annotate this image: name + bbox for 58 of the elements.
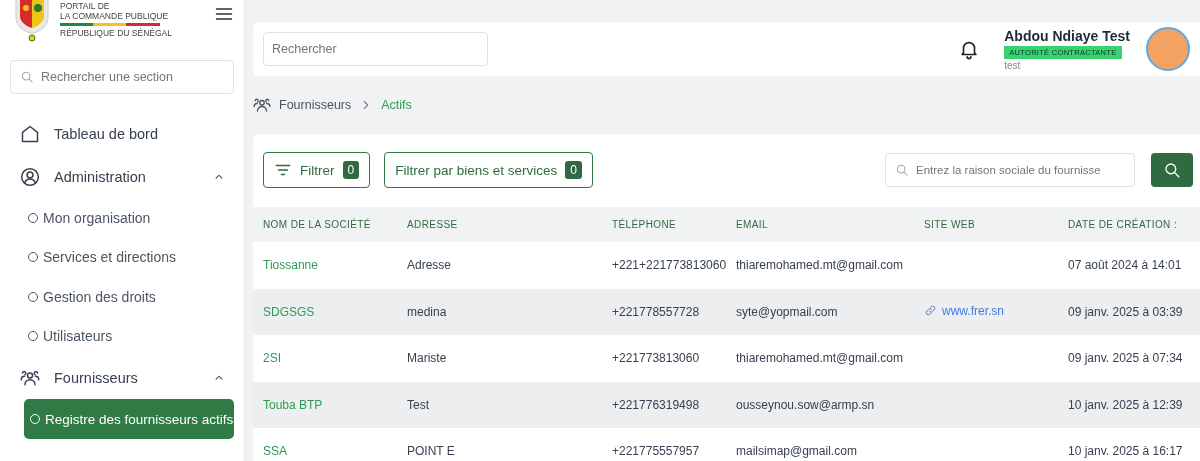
table-cell: thiaremohamed.mt@gmail.com — [726, 242, 914, 289]
table-cell: +221+221773813060 — [602, 242, 726, 289]
company-link[interactable]: Tiossanne — [263, 258, 318, 273]
count-badge: 0 — [342, 161, 360, 179]
nav-item[interactable]: Fournisseurs — [10, 356, 234, 399]
nav-item[interactable]: Tableau de bord — [10, 112, 234, 155]
table-cell: medina — [397, 288, 602, 335]
column-header: EMAIL — [726, 207, 914, 242]
table-cell: ousseynou.sow@armp.sn — [726, 381, 914, 428]
table-cell: 09 janv. 2025 à 07:34 — [1058, 335, 1200, 382]
nav-item[interactable]: Administration — [10, 155, 234, 198]
column-header: NOM DE LA SOCIÉTÉ — [253, 207, 397, 242]
table-cell: Test — [397, 381, 602, 428]
website-link[interactable]: www.frer.sn — [924, 303, 1004, 318]
table-cell: Adresse — [397, 242, 602, 289]
nav-subitem[interactable]: Utilisateurs — [10, 316, 234, 356]
avatar[interactable] — [1146, 27, 1190, 71]
brand-title: LA COMMANDE PUBLIQUE — [60, 11, 170, 21]
table-cell: +221773813060 — [602, 335, 726, 382]
table-cell: +221775557957 — [602, 428, 726, 461]
link-icon — [924, 304, 937, 317]
table-cell: +221778557728 — [602, 288, 726, 335]
table-cell: syte@yopmail.com — [726, 288, 914, 335]
table-cell: 10 janv. 2025 à 12:39 — [1058, 381, 1200, 428]
column-header: SITE WEB — [914, 207, 1058, 242]
nav-subitem[interactable]: Services et directions — [10, 237, 234, 277]
user-subtitle: test — [1004, 59, 1021, 71]
brand-subtitle: RÉPUBLIQUE DU SÉNÉGAL — [60, 28, 172, 38]
house-icon — [20, 123, 40, 144]
column-header: DATE DE CRÉATION : — [1058, 207, 1200, 242]
nav-subitem[interactable]: Registre des fournisseurs actifs — [24, 399, 234, 439]
nav-subitem[interactable]: Gestion des droits — [10, 277, 234, 317]
search-icon — [1163, 161, 1181, 179]
table-cell: 09 janv. 2025 à 03:39 — [1058, 288, 1200, 335]
filter-button[interactable]: Filtrer 0 — [263, 152, 371, 188]
table-cell: +221776319498 — [602, 381, 726, 428]
table-cell: 10 janv. 2025 à 16:17 — [1058, 428, 1200, 461]
table-cell: POINT E — [397, 428, 602, 461]
table-cell: Mariste — [397, 335, 602, 382]
company-link[interactable]: SSA — [263, 444, 287, 459]
filter-button[interactable]: Filtrer par biens et services 0 — [384, 152, 593, 188]
company-link[interactable]: 2SI — [263, 351, 281, 366]
table-cell: thiaremohamed.mt@gmail.com — [726, 335, 914, 382]
column-header: TÉLÉPHONE — [602, 207, 726, 242]
search-button[interactable] — [1151, 153, 1193, 187]
user-name: Abdou Ndiaye Test — [1004, 27, 1130, 44]
nav-subitem[interactable]: Mon organisation — [10, 198, 234, 238]
search-field[interactable]: Rechercher — [263, 32, 488, 66]
supplier-search-field[interactable]: Entrez la raison sociale du fournisse — [885, 153, 1135, 187]
section-search-field[interactable]: Rechercher une section — [10, 60, 234, 94]
brand-title: PORTAIL DE — [60, 1, 111, 11]
people-icon — [253, 96, 271, 114]
column-header: ADRESSE — [397, 207, 602, 242]
user-circle-icon — [20, 166, 40, 187]
count-badge: 0 — [565, 161, 582, 179]
table-cell: mailsimap@gmail.com — [726, 428, 914, 461]
table-cell: 07 août 2024 à 14:01 — [1058, 242, 1200, 289]
breadcrumb-link[interactable]: Fournisseurs — [279, 98, 352, 112]
